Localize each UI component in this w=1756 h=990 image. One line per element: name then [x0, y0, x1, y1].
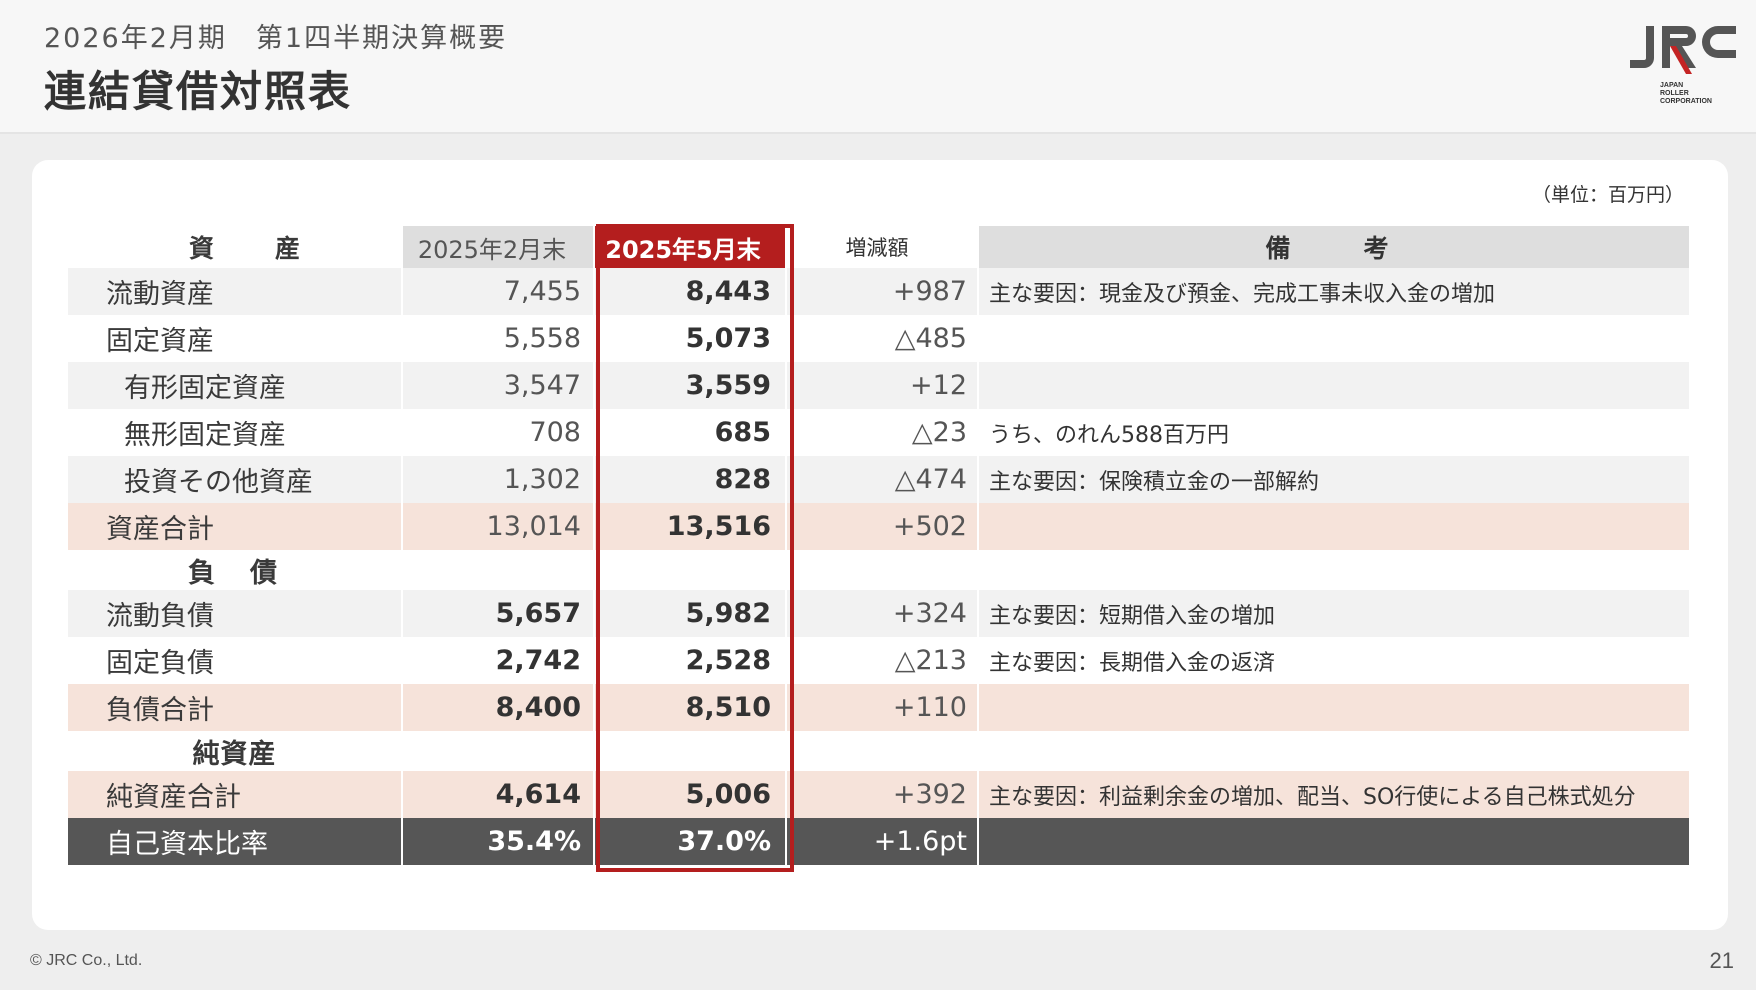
- row-cur: 2,528: [594, 637, 787, 684]
- row-cur: 685: [594, 409, 787, 456]
- section-heading-net-assets: 純資産: [68, 731, 403, 771]
- copyright: © JRC Co., Ltd.: [30, 952, 143, 969]
- row-prev: 35.4%: [402, 818, 595, 865]
- row-label: 流動負債: [68, 590, 403, 637]
- row-cur: 5,982: [594, 590, 787, 637]
- header-prev-period: 2025年2月末: [402, 226, 595, 268]
- row-diff: +987: [786, 268, 979, 315]
- row-diff: +1.6pt: [786, 818, 979, 865]
- row-cur: 3,559: [594, 362, 787, 409]
- row-note: [978, 818, 1691, 865]
- slide-title: 連結貸借対照表: [44, 67, 353, 116]
- row-diff: +502: [786, 503, 979, 550]
- row-label: 純資産合計: [68, 771, 403, 818]
- row-diff: +12: [786, 362, 979, 409]
- unit-label: （単位：百万円）: [1531, 184, 1684, 206]
- section-row-liabilities: 負 債: [68, 550, 1691, 590]
- row-cur: 5,073: [594, 315, 787, 362]
- row-label: 固定負債: [68, 637, 403, 684]
- row-label: 自己資本比率: [68, 818, 403, 865]
- content-panel: （単位：百万円） 資 産 2025年2月末 2025年5月末 増減額 備 考 流…: [32, 160, 1728, 930]
- row-note: うち、のれん588百万円: [978, 409, 1691, 456]
- row-prev: 708: [402, 409, 595, 456]
- row-prev: 5,558: [402, 315, 595, 362]
- row-note: 主な要因：利益剰余金の増加、配当、SO行使による自己株式処分: [978, 771, 1691, 818]
- table-row: 固定資産 5,558 5,073 △485: [68, 315, 1691, 362]
- equity-ratio-row: 自己資本比率 35.4% 37.0% +1.6pt: [68, 818, 1691, 865]
- slide-header: 2026年2月期 第1四半期決算概要 連結貸借対照表 JAPAN ROLLER …: [0, 0, 1756, 134]
- page-number: 21: [1709, 948, 1734, 973]
- row-label: 資産合計: [68, 503, 403, 550]
- row-diff: +324: [786, 590, 979, 637]
- row-prev: 4,614: [402, 771, 595, 818]
- row-note: [978, 503, 1691, 550]
- table-row: 投資その他資産 1,302 828 △474 主な要因：保険積立金の一部解約: [68, 456, 1691, 503]
- row-label: 固定資産: [68, 315, 403, 362]
- table-header-row: 資 産 2025年2月末 2025年5月末 増減額 備 考: [68, 226, 1691, 268]
- table-row: 有形固定資産 3,547 3,559 +12: [68, 362, 1691, 409]
- row-cur: 37.0%: [594, 818, 787, 865]
- table-row: 無形固定資産 708 685 △23 うち、のれん588百万円: [68, 409, 1691, 456]
- table-row: 固定負債 2,742 2,528 △213 主な要因：長期借入金の返済: [68, 637, 1691, 684]
- row-label: 投資その他資産: [68, 456, 403, 503]
- header-assets: 資 産: [68, 226, 403, 268]
- row-prev: 2,742: [402, 637, 595, 684]
- row-prev: 3,547: [402, 362, 595, 409]
- row-note: [978, 315, 1691, 362]
- row-cur: 8,510: [594, 684, 787, 731]
- row-diff: △474: [786, 456, 979, 503]
- logo-line-roller: ROLLER: [1660, 90, 1689, 97]
- row-prev: 1,302: [402, 456, 595, 503]
- row-cur: 828: [594, 456, 787, 503]
- company-logo: JAPAN ROLLER CORPORATION: [1618, 22, 1738, 110]
- row-prev: 8,400: [402, 684, 595, 731]
- row-diff: △485: [786, 315, 979, 362]
- row-diff: +392: [786, 771, 979, 818]
- row-label: 流動資産: [68, 268, 403, 315]
- section-heading-liabilities: 負 債: [68, 550, 403, 590]
- logo-line-corporation: CORPORATION: [1660, 98, 1712, 105]
- row-label: 無形固定資産: [68, 409, 403, 456]
- row-note: 主な要因：長期借入金の返済: [978, 637, 1691, 684]
- table-row: 流動資産 7,455 8,443 +987 主な要因：現金及び預金、完成工事未収…: [68, 268, 1691, 315]
- balance-sheet-table: 資 産 2025年2月末 2025年5月末 増減額 備 考 流動資産 7,455…: [68, 226, 1691, 865]
- row-label: 負債合計: [68, 684, 403, 731]
- row-diff: △23: [786, 409, 979, 456]
- row-cur: 13,516: [594, 503, 787, 550]
- row-note: 主な要因：保険積立金の一部解約: [978, 456, 1691, 503]
- table-row: 流動負債 5,657 5,982 +324 主な要因：短期借入金の増加: [68, 590, 1691, 637]
- total-assets-row: 資産合計 13,014 13,516 +502: [68, 503, 1691, 550]
- row-note: 主な要因：現金及び預金、完成工事未収入金の増加: [978, 268, 1691, 315]
- row-note: 主な要因：短期借入金の増加: [978, 590, 1691, 637]
- total-liabilities-row: 負債合計 8,400 8,510 +110: [68, 684, 1691, 731]
- row-prev: 5,657: [402, 590, 595, 637]
- header-notes: 備 考: [978, 226, 1691, 268]
- row-note: [978, 362, 1691, 409]
- section-row-net-assets: 純資産: [68, 731, 1691, 771]
- logo-line-japan: JAPAN: [1660, 82, 1684, 89]
- row-cur: 5,006: [594, 771, 787, 818]
- row-diff: +110: [786, 684, 979, 731]
- row-cur: 8,443: [594, 268, 787, 315]
- slide-subtitle: 2026年2月期 第1四半期決算概要: [44, 23, 508, 54]
- row-prev: 7,455: [402, 268, 595, 315]
- header-change: 増減額: [786, 226, 979, 268]
- logo-wordmark: JAPAN ROLLER CORPORATION: [1660, 82, 1712, 106]
- row-note: [978, 684, 1691, 731]
- row-diff: △213: [786, 637, 979, 684]
- row-label: 有形固定資産: [68, 362, 403, 409]
- total-net-assets-row: 純資産合計 4,614 5,006 +392 主な要因：利益剰余金の増加、配当、…: [68, 771, 1691, 818]
- row-prev: 13,014: [402, 503, 595, 550]
- header-current-period: 2025年5月末: [594, 226, 787, 268]
- jrc-logo-mark: [1630, 26, 1736, 74]
